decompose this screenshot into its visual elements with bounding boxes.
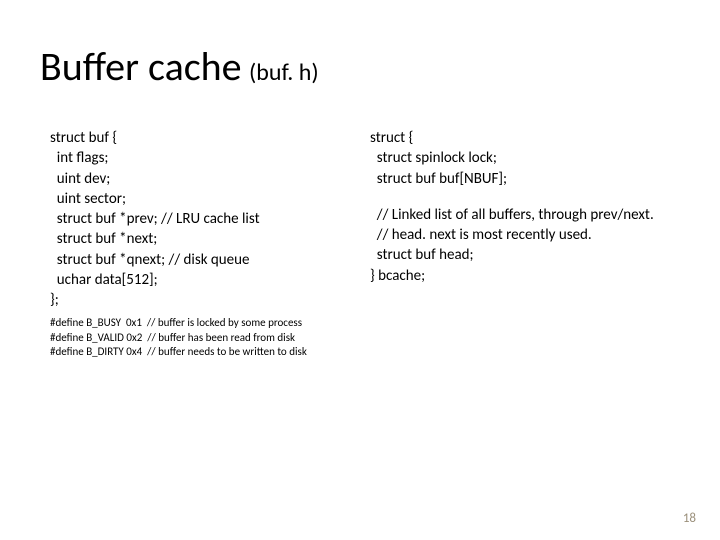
page-number: 18	[683, 511, 696, 526]
slide-title: Buffer cache (buf. h)	[40, 42, 319, 91]
spacer	[370, 189, 700, 205]
struct-buf-code: struct buf { int flags; uint dev; uint s…	[50, 128, 350, 310]
bcache-struct-top: struct { struct spinlock lock; struct bu…	[370, 128, 700, 189]
title-main: Buffer cache	[40, 42, 242, 91]
left-column: struct buf { int flags; uint dev; uint s…	[50, 128, 350, 359]
right-column: struct { struct spinlock lock; struct bu…	[370, 128, 700, 286]
define-flags: #define B_BUSY 0x1 // buffer is locked b…	[50, 316, 350, 359]
title-sub: (buf. h)	[244, 58, 319, 87]
bcache-struct-bottom: // Linked list of all buffers, through p…	[370, 205, 700, 286]
